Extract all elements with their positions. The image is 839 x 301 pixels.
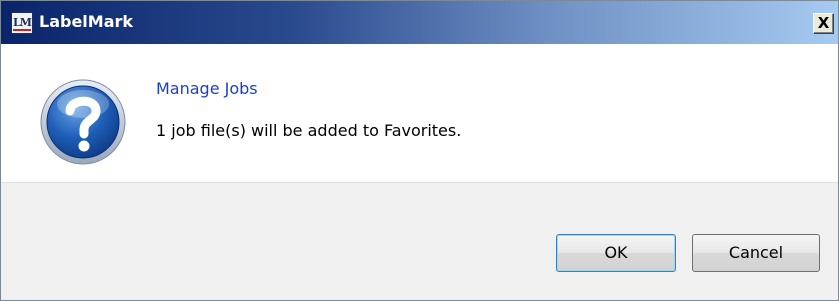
window-title: LabelMark [39,12,134,31]
close-button[interactable]: X [813,13,834,34]
labelmark-logo-icon: LM [11,12,33,34]
title-bar[interactable]: LM LabelMark X [1,1,838,45]
close-icon: X [817,14,830,32]
dialog-message: 1 job file(s) will be added to Favorites… [156,121,462,140]
dialog-heading: Manage Jobs [156,79,258,98]
logo-underline [13,29,31,31]
dialog-window: LM LabelMark X Manage Jobs 1 job file(s)… [0,0,839,301]
dialog-content: Manage Jobs 1 job file(s) will be added … [1,46,838,182]
ok-button[interactable]: OK [556,234,676,272]
dialog-footer: OK Cancel [1,182,838,300]
cancel-button[interactable]: Cancel [692,234,820,272]
question-icon [40,79,126,165]
logo-text: LM [13,16,32,29]
